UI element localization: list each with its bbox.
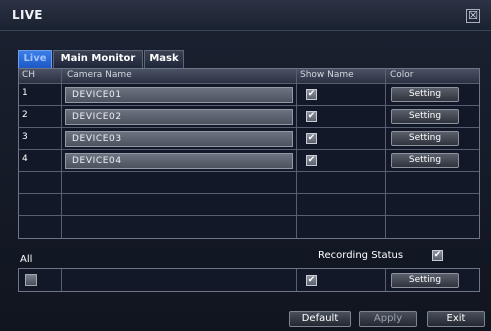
recording-status-checkbox[interactable]: ✔ [432, 250, 443, 261]
color-setting-button[interactable]: Setting [391, 131, 459, 146]
header-camera-name: Camera Name [67, 70, 132, 80]
window-title: LIVE [12, 8, 43, 22]
camera-name-input[interactable]: DEVICE03 [65, 131, 293, 147]
column-divider [296, 269, 297, 291]
table-header: CH Camera Name Show Name Color [19, 69, 479, 83]
column-divider [296, 69, 297, 238]
camera-name-input[interactable]: DEVICE01 [65, 87, 293, 103]
tab-mask[interactable]: Mask [144, 50, 184, 68]
title-bar: LIVE ☒ [0, 0, 491, 31]
tab-main-monitor[interactable]: Main Monitor [53, 50, 143, 68]
header-ch: CH [22, 70, 36, 80]
close-icon[interactable]: ☒ [466, 9, 480, 23]
default-button[interactable]: Default [289, 311, 351, 327]
all-show-name-checkbox[interactable]: ✔ [306, 275, 317, 286]
color-setting-button[interactable]: Setting [391, 109, 459, 124]
row-divider [19, 215, 479, 216]
channel-number: 4 [22, 154, 28, 164]
row-divider [19, 149, 479, 150]
channel-number: 3 [22, 132, 28, 142]
column-divider [61, 69, 62, 238]
show-name-checkbox[interactable]: ✔ [306, 111, 317, 122]
row-divider [19, 171, 479, 172]
recording-status-label: Recording Status [318, 250, 404, 261]
show-name-checkbox[interactable]: ✔ [306, 89, 317, 100]
camera-table: CH Camera Name Show Name Color 1 DEVICE0… [18, 68, 480, 239]
color-setting-button[interactable]: Setting [391, 153, 459, 168]
row-divider [19, 193, 479, 194]
row-divider [19, 127, 479, 128]
show-name-checkbox[interactable]: ✔ [306, 133, 317, 144]
apply-button[interactable]: Apply [359, 311, 417, 327]
all-label: All [20, 254, 33, 265]
all-color-setting-button[interactable]: Setting [391, 273, 459, 288]
select-all-checkbox[interactable] [25, 274, 37, 286]
camera-name-input[interactable]: DEVICE02 [65, 109, 293, 125]
exit-button[interactable]: Exit [427, 311, 485, 327]
channel-number: 1 [22, 88, 28, 98]
channel-number: 2 [22, 110, 28, 120]
column-divider [61, 269, 62, 291]
column-divider [385, 69, 386, 238]
row-divider [19, 105, 479, 106]
header-color: Color [390, 70, 414, 80]
header-show-name: Show Name [300, 70, 354, 80]
column-divider [385, 269, 386, 291]
all-channels-row: ✔ Setting [18, 268, 480, 292]
live-settings-window: LIVE ☒ Live Main Monitor Mask CH Camera … [0, 0, 491, 331]
tab-live[interactable]: Live [18, 50, 52, 68]
show-name-checkbox[interactable]: ✔ [306, 155, 317, 166]
row-divider [19, 83, 479, 84]
color-setting-button[interactable]: Setting [391, 87, 459, 102]
camera-name-input[interactable]: DEVICE04 [65, 153, 293, 169]
